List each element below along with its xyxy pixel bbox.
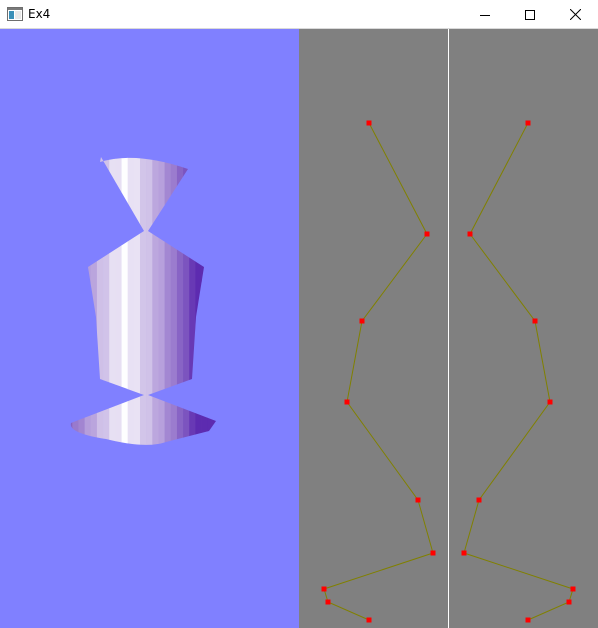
mirrored-control-point	[461, 550, 467, 556]
mirrored-control-point	[566, 599, 572, 605]
vase-facet	[158, 157, 165, 445]
minimize-icon	[480, 14, 490, 16]
control-point[interactable]	[359, 318, 365, 324]
close-icon	[569, 9, 581, 20]
maximize-icon	[525, 9, 535, 20]
control-point[interactable]	[424, 231, 430, 237]
3d-viewport[interactable]	[0, 29, 299, 628]
mirrored-control-point	[532, 318, 538, 324]
vase-facet	[127, 157, 135, 445]
control-point[interactable]	[430, 550, 436, 556]
mirrored-control-point	[525, 617, 531, 623]
minimize-button[interactable]	[462, 0, 508, 29]
mirrored-control-point	[476, 497, 482, 503]
vase-facet	[164, 157, 172, 445]
control-point[interactable]	[415, 497, 421, 503]
client-area	[0, 29, 598, 628]
vase-facet	[152, 157, 159, 445]
mirrored-control-point	[467, 231, 473, 237]
control-point[interactable]	[321, 586, 327, 592]
control-point[interactable]	[366, 617, 372, 623]
app-window-icon	[7, 7, 23, 21]
mirrored-control-point	[547, 399, 553, 405]
maximize-button[interactable]	[507, 0, 553, 29]
vase-facet	[121, 157, 128, 445]
app-window: Ex4	[0, 0, 598, 628]
control-point[interactable]	[325, 599, 331, 605]
vase-facet	[140, 157, 147, 445]
window-title: Ex4	[28, 7, 51, 21]
control-point[interactable]	[344, 399, 350, 405]
close-button[interactable]	[552, 0, 598, 29]
title-bar[interactable]: Ex4	[0, 0, 598, 29]
vase-facet	[146, 157, 153, 445]
mirrored-control-point	[570, 586, 576, 592]
profile-editor-canvas[interactable]	[299, 29, 598, 628]
control-point[interactable]	[366, 120, 372, 126]
vase-facet	[133, 157, 141, 445]
mirrored-control-point	[525, 120, 531, 126]
